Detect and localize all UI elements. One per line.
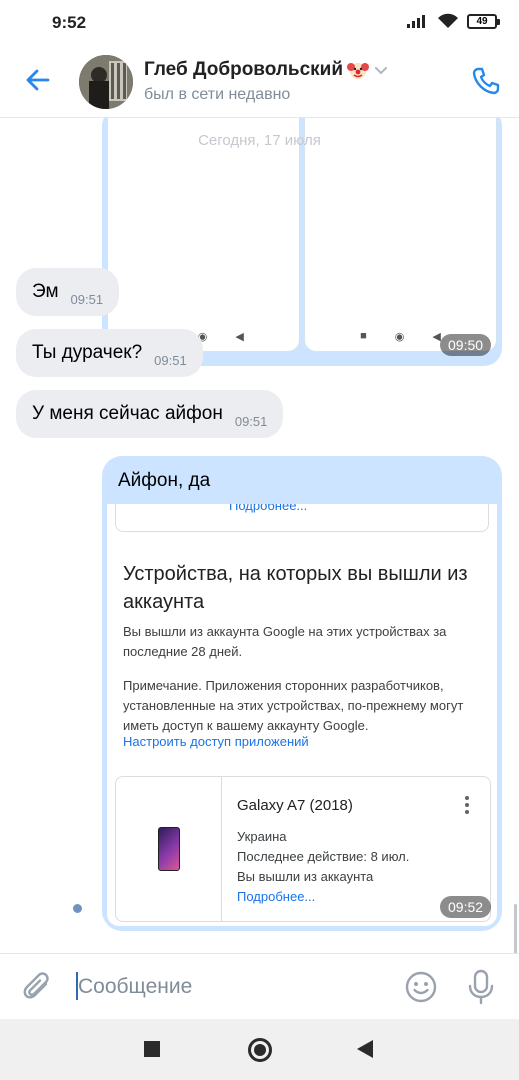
chevron-down-icon	[375, 67, 388, 75]
status-bar: 9:52 49	[0, 0, 519, 46]
google-paragraph: Вы вышли из аккаунта Google на этих устр…	[123, 624, 447, 659]
unread-indicator	[73, 904, 82, 913]
more-vert-icon	[465, 796, 469, 814]
message-text: Айфон, да	[118, 470, 211, 491]
prev-more-link: Подробнее...	[229, 504, 308, 513]
device-country: Украина	[237, 829, 287, 844]
outgoing-message[interactable]: Айфон, да Подробнее... Устройства, на ко…	[102, 456, 502, 931]
google-section-title: Устройства, на которых вы вышли из аккау…	[123, 563, 468, 613]
battery-icon: 49	[467, 13, 500, 29]
wifi-icon	[438, 13, 458, 28]
device-name: Galaxy A7 (2018)	[237, 797, 353, 814]
chat-header: Глеб Добровольский был в сети недавно	[0, 46, 519, 118]
device-image	[116, 777, 222, 921]
contact-name: Глеб Добровольский	[144, 59, 344, 80]
message-text: Эм	[32, 281, 59, 302]
screenshot-thumbnail[interactable]: ■◉◀	[107, 118, 300, 352]
back-arrow-icon[interactable]	[22, 64, 54, 96]
incoming-message[interactable]: У меня сейчас айфон 09:51	[16, 390, 284, 438]
status-time: 9:52	[52, 13, 87, 32]
message-time: 09:50	[440, 334, 492, 356]
screenshot-thumbnail[interactable]: ■◉◀	[304, 118, 497, 352]
scrollbar[interactable]	[514, 904, 517, 953]
message-time: 09:51	[70, 291, 104, 307]
device-last-action: Последнее действие: 8 июл.	[237, 849, 410, 864]
paperclip-icon[interactable]	[22, 970, 54, 1004]
signal-icon	[407, 15, 425, 28]
incoming-message[interactable]: Ты дурачек? 09:51	[16, 329, 203, 377]
message-time: 09:51	[234, 413, 268, 429]
clown-emoji-icon	[347, 63, 370, 79]
recents-button[interactable]	[144, 1041, 160, 1057]
contact-name-row[interactable]: Глеб Добровольский	[144, 59, 389, 81]
phone-image	[157, 827, 180, 871]
google-note: Примечание. Приложения сторонних разрабо…	[123, 678, 464, 733]
incoming-message[interactable]: Эм 09:51	[16, 268, 120, 316]
emoji-icon[interactable]	[404, 970, 438, 1004]
system-back-button[interactable]	[357, 1040, 373, 1058]
avatar-image	[79, 55, 133, 109]
contact-status: был в сети недавно	[144, 86, 291, 103]
message-list[interactable]: ■◉◀ ■◉◀ 09:50 Сегодня, 17 июля Эм 09:51 …	[0, 118, 519, 953]
device-card: Galaxy A7 (2018) Украина Последнее дейст…	[115, 776, 491, 922]
microphone-icon[interactable]	[466, 968, 496, 1006]
message-text: Ты дурачек?	[32, 342, 143, 363]
message-time: 09:52	[440, 896, 492, 918]
message-text: У меня сейчас айфон	[32, 403, 223, 424]
date-divider: Сегодня, 17 июля	[198, 132, 321, 149]
device-more-link: Подробнее...	[237, 889, 316, 904]
system-nav-bar	[0, 1019, 519, 1080]
phone-icon[interactable]	[469, 64, 503, 98]
battery-level: 49	[476, 15, 488, 27]
avatar[interactable]	[79, 55, 133, 109]
home-button[interactable]	[248, 1038, 272, 1062]
device-state: Вы вышли из аккаунта	[237, 869, 374, 884]
app-access-link: Настроить доступ приложений	[123, 734, 309, 749]
attached-screenshot[interactable]: Подробнее... Устройства, на которых вы в…	[107, 504, 497, 926]
status-icons: 49	[407, 13, 500, 29]
message-composer	[0, 953, 519, 1019]
message-input[interactable]	[78, 970, 378, 1004]
message-time: 09:51	[154, 352, 187, 368]
